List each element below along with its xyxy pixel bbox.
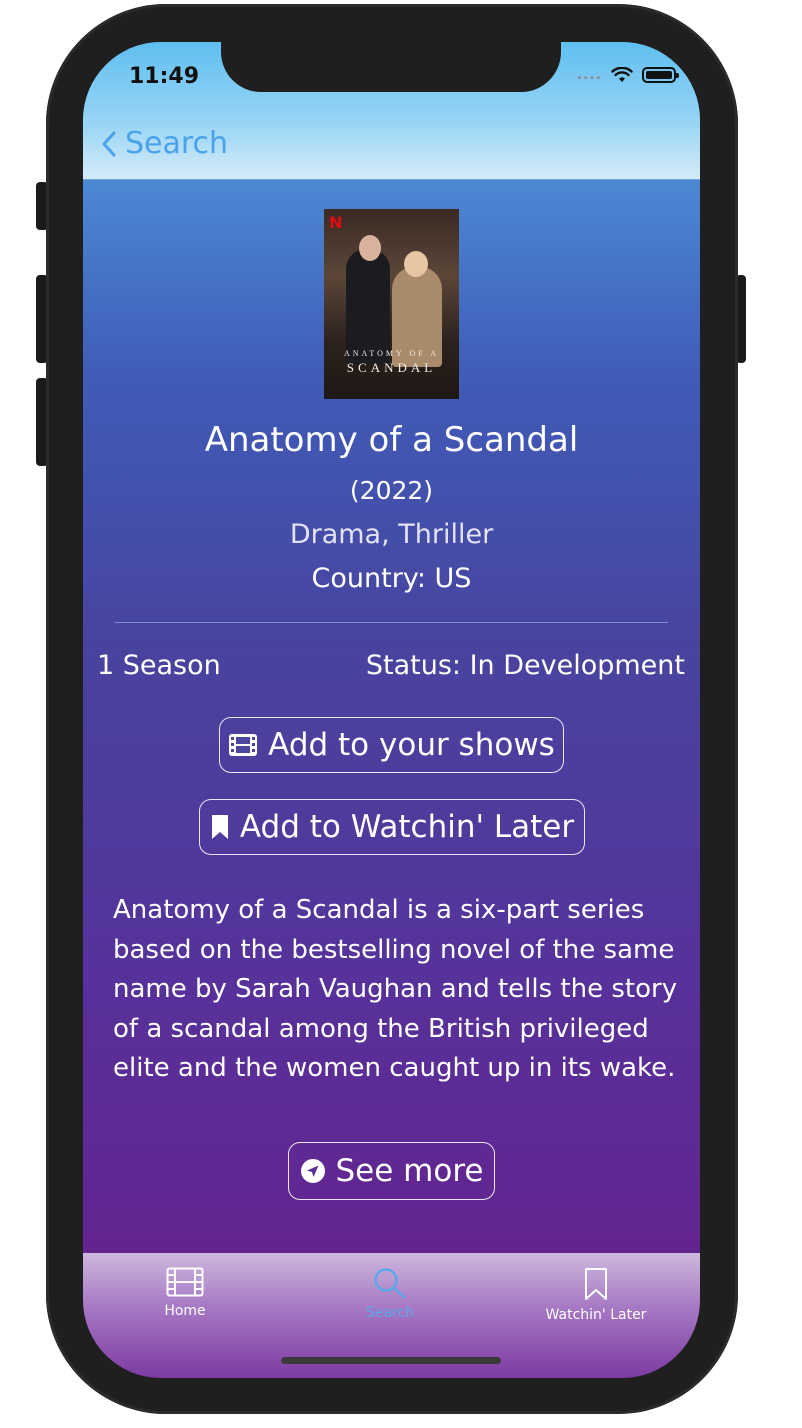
poster-title-small: ANATOMY OF A: [343, 349, 440, 358]
show-description: Anatomy of a Scandal is a six-part serie…: [113, 895, 678, 1083]
tab-watch-later[interactable]: Watchin' Later: [516, 1267, 676, 1323]
bookmark-icon: [211, 815, 228, 839]
film-icon: [229, 734, 258, 756]
location-arrow-icon: [300, 1159, 325, 1183]
back-label: Search: [125, 126, 229, 161]
notch: [221, 42, 561, 92]
poster-head-man: [359, 235, 381, 261]
nav-separator: [83, 179, 700, 180]
poster-title-big: SCANDAL: [346, 360, 437, 375]
status-icons: ....: [576, 67, 679, 83]
poster-head-woman: [404, 251, 428, 277]
bookmark-outline-icon: [585, 1268, 607, 1300]
tab-search-label: Search: [365, 1305, 415, 1321]
show-year: (2022): [349, 476, 434, 505]
add-to-watch-later-label: Add to Watchin' Later: [239, 809, 575, 845]
chevron-left-icon: [102, 131, 116, 156]
search-icon: [374, 1268, 406, 1299]
status-time: 11:49: [129, 64, 200, 89]
netflix-logo: N: [329, 213, 343, 232]
wifi-icon: [611, 67, 633, 82]
back-button[interactable]: Search: [101, 126, 228, 161]
phone-screen: 11:49 .... Search N ANATOMY OF A SCANDAL…: [83, 42, 700, 1378]
add-to-shows-label: Add to your shows: [268, 727, 555, 763]
tab-search[interactable]: Search: [310, 1267, 470, 1321]
show-title: Anatomy of a Scandal: [204, 420, 579, 460]
signal-dots: ....: [576, 67, 602, 83]
navigation-header: 11:49 .... Search: [83, 42, 700, 180]
battery-icon: [642, 67, 679, 83]
tab-home-label: Home: [164, 1303, 206, 1319]
show-status: Status: In Development: [365, 650, 685, 681]
show-genres: Drama, Thriller: [289, 519, 494, 550]
show-poster: N ANATOMY OF A SCANDAL: [324, 209, 459, 399]
season-count: 1 Season: [97, 650, 221, 681]
tab-home[interactable]: Home: [105, 1267, 265, 1319]
see-more-button[interactable]: See more: [288, 1142, 495, 1200]
add-to-watch-later-button[interactable]: Add to Watchin' Later: [199, 799, 585, 855]
show-country: Country: US: [311, 563, 472, 594]
home-indicator: [281, 1357, 501, 1364]
film-icon: [166, 1267, 204, 1297]
add-to-shows-button[interactable]: Add to your shows: [219, 717, 564, 773]
tab-watch-later-label: Watchin' Later: [545, 1307, 647, 1323]
divider: [115, 622, 668, 623]
poster-figure-man: [346, 249, 390, 364]
see-more-label: See more: [335, 1153, 484, 1189]
